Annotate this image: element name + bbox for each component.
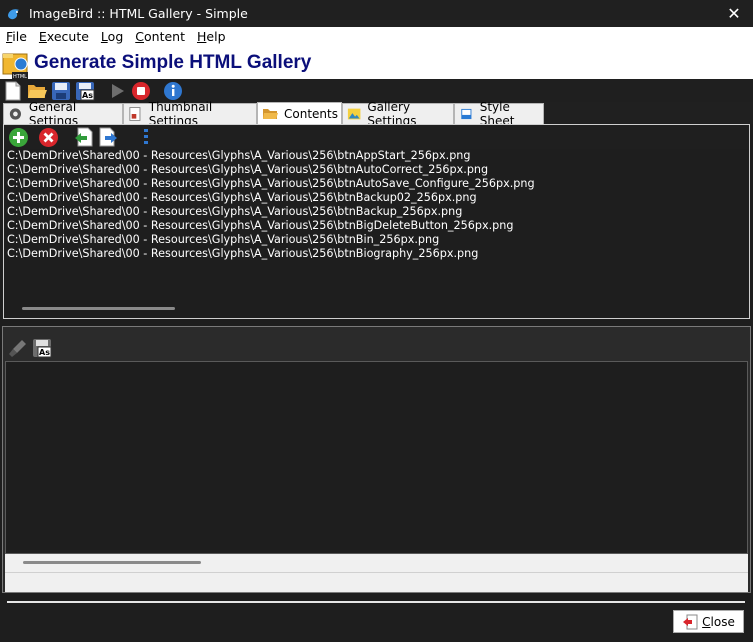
tab-style-sheet[interactable]: Style Sheet [454,100,544,128]
menu-help[interactable]: Help [191,29,232,44]
output-panel: As [2,326,751,593]
title-bar: ImageBird :: HTML Gallery - Simple ✕ [0,0,753,27]
stylesheet-icon [461,108,472,120]
scrollbar-thumb[interactable] [23,561,201,564]
folder-icon [263,109,278,119]
gallery-logo-icon: HTML [2,53,28,80]
close-button[interactable]: Close [673,610,744,633]
sort-icon [144,129,148,144]
menu-execute[interactable]: Execute [33,29,95,44]
add-button[interactable] [7,126,29,148]
clear-output-button[interactable] [7,337,29,359]
clear-icon [9,340,26,357]
gallery-icon [347,108,361,120]
tab-contents[interactable]: Contents [257,102,342,125]
output-toolbar: As [5,335,748,361]
list-item[interactable]: C:\DemDrive\Shared\00 - Resources\Glyphs… [7,177,746,191]
page-title: Generate Simple HTML Gallery [34,52,312,73]
main-toolbar: As [0,79,753,102]
menu-log[interactable]: Log [95,29,129,44]
list-item[interactable]: C:\DemDrive\Shared\00 - Resources\Glyphs… [7,219,746,233]
close-door-icon [683,614,698,629]
scrollbar-thumb[interactable] [22,307,175,310]
new-document-icon [5,81,21,100]
output-log-area[interactable] [5,361,748,554]
export-button[interactable] [97,126,119,148]
list-item[interactable]: C:\DemDrive\Shared\00 - Resources\Glyphs… [7,247,746,261]
settings-tabs: General Settings Thumbnail Settings Cont… [0,100,753,128]
import-button[interactable] [73,126,95,148]
thumbnail-icon [129,107,141,121]
new-document-button[interactable] [2,80,24,102]
status-bar [5,572,748,592]
save-icon [52,81,70,100]
info-icon [164,81,182,100]
sort-button[interactable] [135,126,157,148]
imagebird-app-icon [8,8,19,19]
export-icon [99,127,117,147]
tab-gallery-settings[interactable]: Gallery Settings [342,100,454,128]
tab-thumbnail-settings[interactable]: Thumbnail Settings [123,100,257,128]
gear-icon [9,108,22,120]
file-list[interactable]: C:\DemDrive\Shared\00 - Resources\Glyphs… [4,149,749,299]
save-output-as-button[interactable]: As [31,337,53,359]
save-as-icon: As [76,81,95,100]
list-item[interactable]: C:\DemDrive\Shared\00 - Resources\Glyphs… [7,149,746,163]
output-horizontal-scrollbar[interactable] [5,554,748,572]
window-title: ImageBird :: HTML Gallery - Simple [29,6,248,21]
file-list-horizontal-scrollbar[interactable] [4,299,749,318]
run-icon [112,83,124,98]
divider [7,601,745,603]
list-item[interactable]: C:\DemDrive\Shared\00 - Resources\Glyphs… [7,163,746,177]
info-button[interactable] [162,80,184,102]
add-icon [8,127,28,147]
open-folder-button[interactable] [26,80,48,102]
menu-content[interactable]: Content [129,29,191,44]
list-item[interactable]: C:\DemDrive\Shared\00 - Resources\Glyphs… [7,233,746,247]
save-as-icon: As [33,339,52,358]
menu-bar: File Execute Log Content Help [0,27,753,45]
tab-general-settings[interactable]: General Settings [3,100,123,128]
svg-text:As: As [82,91,93,100]
remove-button[interactable] [37,126,59,148]
menu-file[interactable]: File [0,29,33,44]
window-close-button[interactable]: ✕ [725,4,743,23]
remove-icon [38,127,58,147]
run-button[interactable] [106,80,128,102]
import-icon [75,127,93,147]
contents-toolbar [4,125,749,149]
save-button[interactable] [50,80,72,102]
list-item[interactable]: C:\DemDrive\Shared\00 - Resources\Glyphs… [7,205,746,219]
stop-icon [132,81,150,100]
save-as-button[interactable]: As [74,80,96,102]
page-header: HTML Generate Simple HTML Gallery [0,45,753,80]
contents-panel: C:\DemDrive\Shared\00 - Resources\Glyphs… [3,124,750,319]
svg-text:As: As [39,348,50,357]
list-item[interactable]: C:\DemDrive\Shared\00 - Resources\Glyphs… [7,191,746,205]
open-folder-icon [28,84,47,98]
stop-button[interactable] [130,80,152,102]
